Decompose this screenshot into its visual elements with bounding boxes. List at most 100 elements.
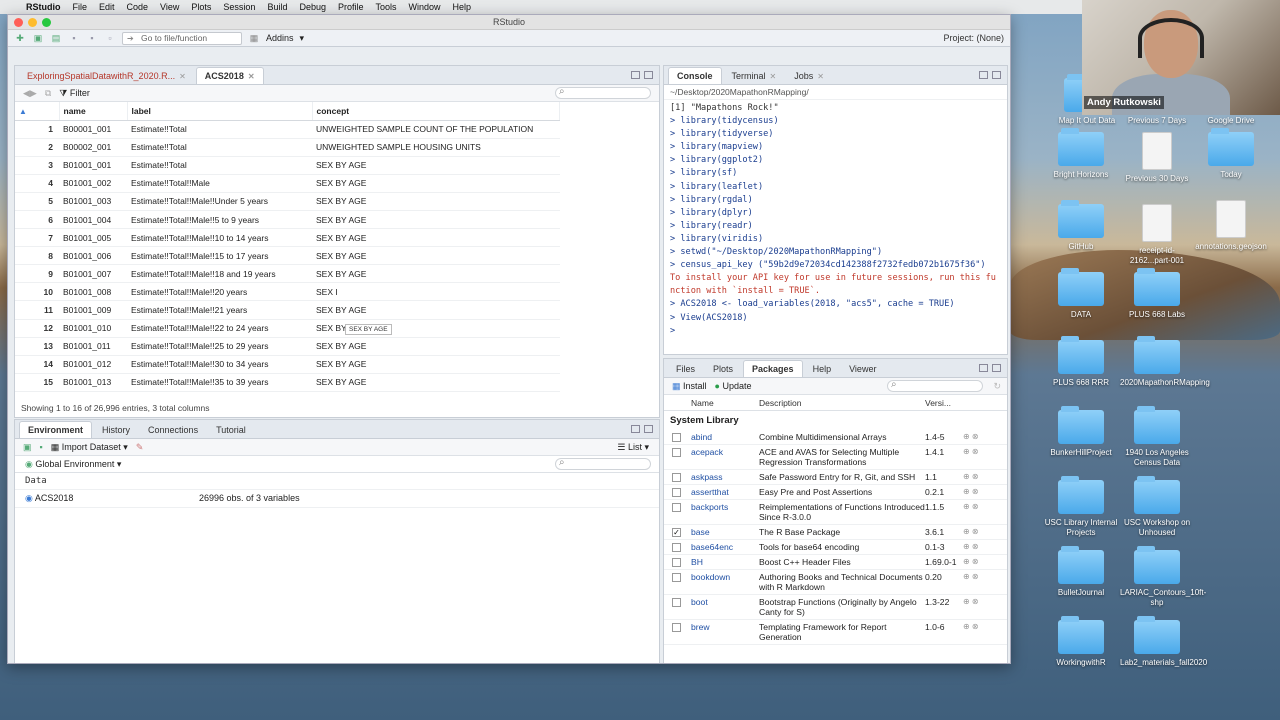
new-file-icon[interactable]: ✚: [14, 32, 26, 44]
table-row[interactable]: 1 B00001_001 Estimate!!Total UNWEIGHTED SAM…: [15, 120, 560, 139]
table-row[interactable]: 11 B01001_009 Estimate!!Total!!Male!!21 ye…: [15, 300, 560, 320]
package-checkbox[interactable]: ✓: [672, 528, 681, 537]
menubar-item[interactable]: Help: [453, 2, 472, 12]
minimize-window-button[interactable]: [28, 18, 37, 27]
menubar-item[interactable]: Code: [127, 2, 149, 12]
expand-icon[interactable]: ◉: [25, 493, 33, 503]
package-checkbox[interactable]: [672, 503, 681, 512]
desktop-icon[interactable]: USC Workshop on Unhoused: [1120, 476, 1194, 538]
desktop-icon[interactable]: 2020MapathonRMapping: [1120, 336, 1210, 388]
tab-packages[interactable]: Packages: [743, 360, 803, 377]
menubar-item[interactable]: Window: [409, 2, 441, 12]
desktop-icon[interactable]: WorkingwithR: [1044, 616, 1118, 668]
tab-environment[interactable]: Environment: [19, 421, 93, 438]
maximize-pane-button[interactable]: [992, 71, 1001, 79]
viewer-search-input[interactable]: [555, 86, 651, 99]
open-file-icon[interactable]: ▤: [50, 32, 62, 44]
menubar-item[interactable]: Tools: [376, 2, 397, 12]
table-row[interactable]: 12 B01001_010 Estimate!!Total!!Male!!22 to…: [15, 319, 560, 338]
console-output[interactable]: [1] "Mapathons Rock!" > library(tidycensu…: [664, 100, 1007, 340]
package-checkbox[interactable]: [672, 473, 681, 482]
workspace-panes-icon[interactable]: ▦: [248, 32, 260, 44]
minimize-pane-button[interactable]: [979, 364, 988, 372]
column-header-name[interactable]: name: [59, 102, 128, 121]
package-actions-icon[interactable]: ⊕ ⊗: [963, 487, 979, 496]
save-all-icon[interactable]: ▪: [86, 32, 98, 44]
tab-viewer[interactable]: Viewer: [841, 361, 884, 377]
back-icon[interactable]: ◀▶: [23, 88, 37, 99]
desktop-icon[interactable]: DATA: [1044, 268, 1118, 320]
table-row[interactable]: 10 B01001_008 Estimate!!Total!!Male!!20 ye…: [15, 282, 560, 302]
package-actions-icon[interactable]: ⊕ ⊗: [963, 597, 979, 606]
table-row[interactable]: 13 B01001_011 Estimate!!Total!!Male!!25 to…: [15, 337, 560, 356]
column-header-label[interactable]: label: [127, 102, 313, 121]
tab-connections[interactable]: Connections: [140, 422, 206, 438]
table-row[interactable]: 4 B01001_002 Estimate!!Total!!Male SEX BY A…: [15, 174, 560, 193]
package-name-link[interactable]: acepack: [691, 447, 759, 457]
menubar-item[interactable]: Edit: [99, 2, 115, 12]
package-name-link[interactable]: abind: [691, 432, 759, 442]
package-name-link[interactable]: bookdown: [691, 572, 759, 582]
list-view-menu[interactable]: ☰ List ▾: [617, 442, 649, 453]
maximize-pane-button[interactable]: [644, 71, 653, 79]
desktop-icon[interactable]: annotations.geojson: [1194, 200, 1268, 252]
desktop-icon[interactable]: PLUS 668 RRR: [1044, 336, 1118, 388]
desktop-icon[interactable]: LARIAC_Contours_10ft-shp: [1120, 546, 1206, 608]
import-dataset-button[interactable]: ▦ Import Dataset ▾: [51, 442, 128, 453]
tab-terminal[interactable]: Terminal ✕: [724, 68, 785, 84]
update-button[interactable]: ● Update: [715, 381, 752, 391]
environment-search-input[interactable]: [555, 457, 651, 470]
desktop-icon[interactable]: Today: [1194, 128, 1268, 180]
save-icon[interactable]: ▪: [68, 32, 80, 44]
column-header-description[interactable]: Description: [759, 398, 925, 408]
zoom-window-button[interactable]: [42, 18, 51, 27]
package-actions-icon[interactable]: ⊕ ⊗: [963, 447, 979, 456]
tab-console[interactable]: Console: [668, 67, 722, 84]
desktop-icon[interactable]: USC Library Internal Projects: [1044, 476, 1118, 538]
desktop-icon[interactable]: Lab2_materials_fall2020: [1120, 616, 1207, 668]
close-window-button[interactable]: [14, 18, 23, 27]
load-workspace-icon[interactable]: ▣: [23, 442, 32, 453]
package-name-link[interactable]: askpass: [691, 472, 759, 482]
package-actions-icon[interactable]: ⊕ ⊗: [963, 527, 979, 536]
package-checkbox[interactable]: [672, 558, 681, 567]
table-row[interactable]: 2 B00002_001 Estimate!!Total UNWEIGHTED SAM…: [15, 138, 560, 157]
column-header-concept[interactable]: concept: [312, 102, 560, 121]
tab-jobs[interactable]: Jobs ✕: [786, 68, 832, 84]
package-checkbox[interactable]: [672, 573, 681, 582]
popout-icon[interactable]: ⧉: [45, 88, 51, 99]
desktop-icon[interactable]: GitHub: [1044, 200, 1118, 252]
package-name-link[interactable]: brew: [691, 622, 759, 632]
package-checkbox[interactable]: [672, 433, 681, 442]
tab-tutorial[interactable]: Tutorial: [208, 422, 254, 438]
close-icon[interactable]: ✕: [770, 72, 777, 81]
environment-object-row[interactable]: ◉ ACS2018 26996 obs. of 3 variables: [15, 490, 659, 508]
tab-plots[interactable]: Plots: [705, 361, 741, 377]
scope-menu[interactable]: ◉ Global Environment ▾: [25, 459, 121, 470]
package-actions-icon[interactable]: ⊕ ⊗: [963, 622, 979, 631]
tab-script[interactable]: ExploringSpatialDatawithR_2020.R... ✕: [19, 68, 194, 84]
table-row[interactable]: 9 B01001_007 Estimate!!Total!!Male!!18 and…: [15, 264, 560, 284]
install-button[interactable]: ▦ Install: [672, 381, 707, 392]
table-row[interactable]: 5 B01001_003 Estimate!!Total!!Male!!Under …: [15, 192, 560, 211]
package-actions-icon[interactable]: ⊕ ⊗: [963, 502, 979, 511]
close-icon[interactable]: ✕: [248, 72, 255, 81]
desktop-icon[interactable]: Bright Horizons: [1044, 128, 1118, 180]
desktop-icon[interactable]: BulletJournal: [1044, 546, 1118, 598]
maximize-pane-button[interactable]: [644, 425, 653, 433]
column-header-version[interactable]: Versi...: [925, 398, 951, 408]
desktop-icon[interactable]: 1940 Los Angeles Census Data: [1120, 406, 1194, 468]
project-menu[interactable]: Project: (None): [943, 33, 1004, 43]
package-checkbox[interactable]: [672, 623, 681, 632]
refresh-icon[interactable]: ↻: [993, 381, 1001, 392]
menubar-item[interactable]: Profile: [338, 2, 364, 12]
menubar-item[interactable]: View: [160, 2, 179, 12]
table-row[interactable]: 8 B01001_006 Estimate!!Total!!Male!!15 to …: [15, 246, 560, 266]
addins-menu[interactable]: Addins: [266, 33, 294, 43]
minimize-pane-button[interactable]: [631, 425, 640, 433]
menubar-item[interactable]: Build: [267, 2, 287, 12]
menubar-item[interactable]: Plots: [191, 2, 211, 12]
package-name-link[interactable]: assertthat: [691, 487, 759, 497]
menubar-item[interactable]: Debug: [299, 2, 326, 12]
tab-acs2018[interactable]: ACS2018 ✕: [195, 67, 264, 84]
